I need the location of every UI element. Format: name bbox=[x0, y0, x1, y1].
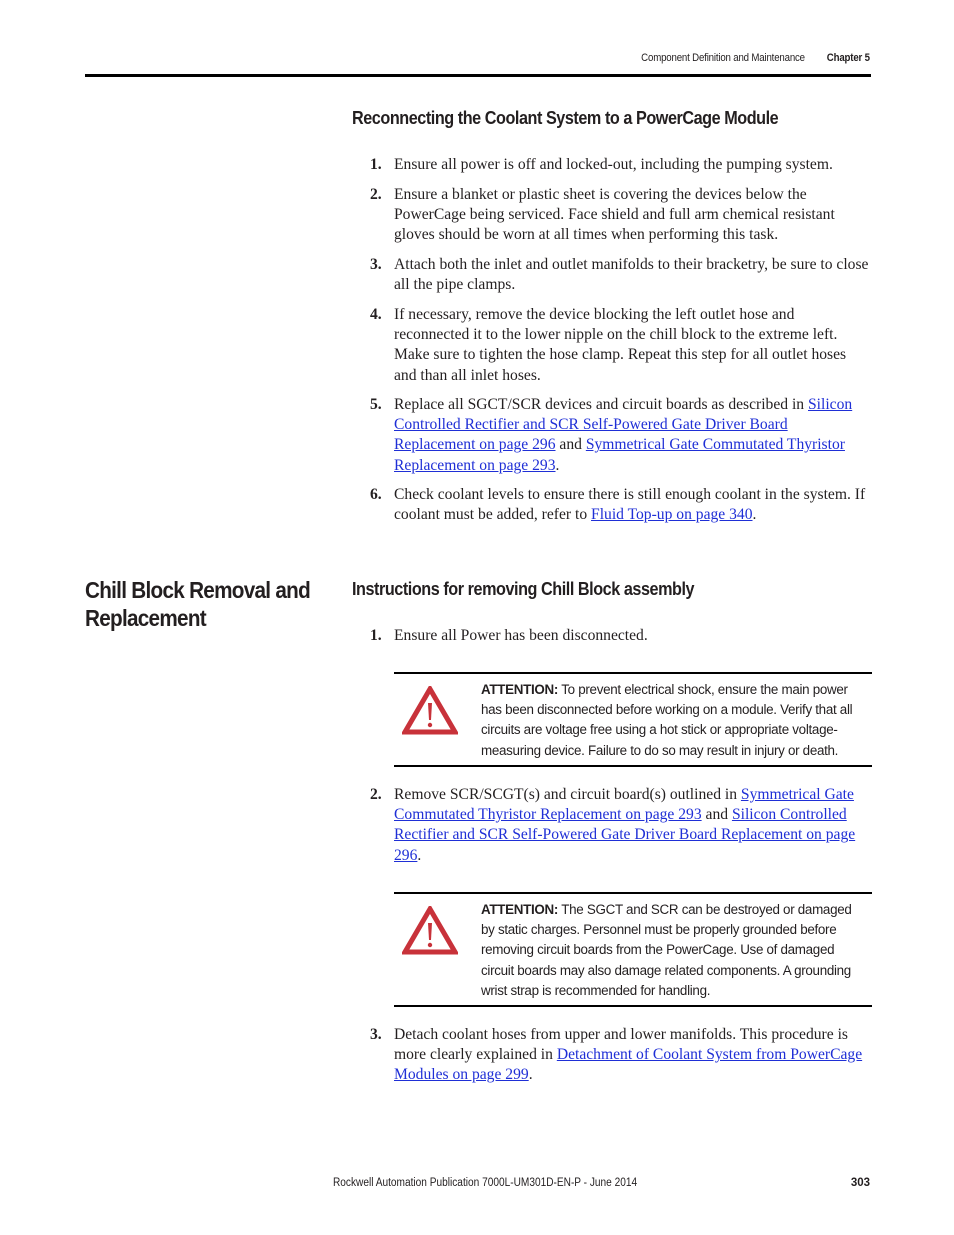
list-item: 6. Check coolant levels to ensure there … bbox=[370, 485, 872, 525]
step-text: Remove SCR/SCGT(s) and circuit board(s) … bbox=[394, 785, 872, 866]
attention-message: ATTENTION: The SGCT and SCR can be destr… bbox=[481, 894, 872, 1009]
step-number: 4. bbox=[370, 306, 382, 323]
list-item: 2. Ensure a blanket or plastic sheet is … bbox=[370, 185, 872, 246]
side-heading: Chill Block Removal and Replacement bbox=[85, 577, 311, 631]
step-text: Ensure all power is off and locked-out, … bbox=[394, 156, 833, 173]
list-item: 5. Replace all SGCT/SCR devices and circ… bbox=[370, 395, 872, 476]
step-number: 1. bbox=[370, 156, 382, 173]
warning-triangle-icon bbox=[400, 684, 460, 741]
step-text: Ensure all Power has been disconnected. bbox=[394, 627, 648, 644]
header-rule bbox=[85, 74, 871, 77]
step-text-segment: . bbox=[417, 846, 422, 864]
step-text: Detach coolant hoses from upper and lowe… bbox=[394, 1025, 872, 1086]
list-item: 3. Detach coolant hoses from upper and l… bbox=[370, 1025, 872, 1086]
list-item: 2. Remove SCR/SCGT(s) and circuit board(… bbox=[370, 785, 872, 866]
step-number: 3. bbox=[370, 1026, 382, 1043]
attention-message: ATTENTION: To prevent electrical shock, … bbox=[481, 674, 872, 769]
step-text-segment: and bbox=[701, 806, 732, 824]
step-number: 2. bbox=[370, 186, 382, 203]
step-text: Attach both the inlet and outlet manifol… bbox=[394, 256, 869, 294]
list-item: 1. Ensure all Power has been disconnecte… bbox=[370, 626, 872, 646]
attention-box: ATTENTION: To prevent electrical shock, … bbox=[394, 672, 872, 767]
warning-triangle-icon bbox=[400, 904, 460, 961]
step-text-segment: . bbox=[752, 506, 757, 524]
header-chapter: Chapter 5 bbox=[826, 52, 870, 64]
attention-label: ATTENTION: bbox=[481, 902, 559, 917]
step-text: Replace all SGCT/SCR devices and circuit… bbox=[394, 395, 872, 476]
step-number: 5. bbox=[370, 396, 382, 413]
header-section-title: Component Definition and Maintenance bbox=[641, 52, 806, 64]
step-text-segment: Replace all SGCT/SCR devices and circuit… bbox=[394, 396, 808, 413]
step-text-segment: . bbox=[555, 456, 560, 474]
step-text-segment: . bbox=[528, 1066, 533, 1084]
link-fluid-top-up[interactable]: Fluid Top-up on page 340 bbox=[591, 506, 752, 523]
step-text: Check coolant levels to ensure there is … bbox=[394, 485, 872, 525]
step-text: Ensure a blanket or plastic sheet is cov… bbox=[394, 186, 835, 244]
list-item: 4. If necessary, remove the device block… bbox=[370, 305, 872, 386]
page-number: 303 bbox=[850, 1177, 870, 1189]
step-number: 3. bbox=[370, 256, 382, 273]
attention-box: ATTENTION: The SGCT and SCR can be destr… bbox=[394, 892, 872, 1007]
list-item: 3. Attach both the inlet and outlet mani… bbox=[370, 255, 872, 295]
attention-label: ATTENTION: bbox=[481, 682, 559, 697]
step-number: 6. bbox=[370, 486, 382, 503]
section-heading-reconnecting: Reconnecting the Coolant System to a Pow… bbox=[352, 108, 779, 128]
step-number: 1. bbox=[370, 627, 382, 644]
footer-publication: Rockwell Automation Publication 7000L-UM… bbox=[333, 1177, 638, 1189]
step-text-segment: and bbox=[555, 436, 586, 454]
step-text: If necessary, remove the device blocking… bbox=[394, 306, 847, 384]
section-heading-instructions: Instructions for removing Chill Block as… bbox=[352, 579, 695, 599]
list-item: 1. Ensure all power is off and locked-ou… bbox=[370, 155, 872, 175]
running-header: Component Definition and Maintenance Cha… bbox=[641, 52, 870, 64]
step-text-segment: Remove SCR/SCGT(s) and circuit board(s) … bbox=[394, 786, 741, 803]
step-number: 2. bbox=[370, 786, 382, 803]
